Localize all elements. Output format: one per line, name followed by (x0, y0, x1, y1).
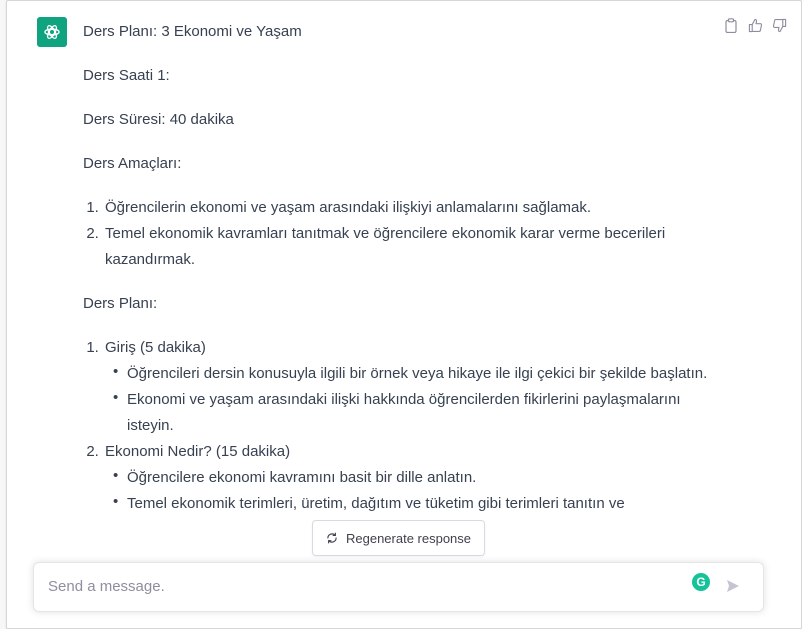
plan-item-label: Ekonomi Nedir? (15 dakika) (105, 443, 291, 460)
assistant-avatar (37, 17, 67, 47)
plan-item: Giriş (5 dakika) Öğrencileri dersin konu… (103, 335, 723, 439)
assistant-message: Ders Planı: 3 Ekonomi ve Yaşam Ders Saat… (83, 19, 723, 517)
refresh-icon (327, 532, 337, 544)
list-item: Temel ekonomik kavramları tanıtmak ve öğ… (103, 221, 723, 273)
message-input[interactable]: Send a message. (48, 578, 165, 595)
chat-window: Ders Planı: 3 Ekonomi ve Yaşam Ders Saat… (6, 0, 802, 629)
list-item: Öğrencilere ekonomi kavramını basit bir … (113, 463, 723, 491)
message-composer[interactable]: Send a message. G (33, 562, 764, 612)
lesson-duration: Ders Süresi: 40 dakika (83, 111, 234, 128)
message-title: Ders Planı: 3 Ekonomi ve Yaşam (83, 23, 302, 40)
plan-bullets: Öğrencileri dersin konusuyla ilgili bir … (105, 359, 723, 439)
list-item: Ekonomi ve yaşam arasındaki ilişki hakkı… (113, 385, 723, 439)
send-icon (727, 580, 739, 592)
plan-item-label: Giriş (5 dakika) (105, 339, 206, 356)
goals-heading: Ders Amaçları: (83, 155, 182, 172)
message-actions (723, 17, 787, 33)
regenerate-button[interactable]: Regenerate response (312, 520, 485, 556)
regenerate-label: Regenerate response (345, 530, 472, 546)
lesson-hour: Ders Saati 1: (83, 67, 170, 84)
list-item: Öğrencilerin ekonomi ve yaşam arasındaki… (103, 195, 723, 221)
thumbs-down-icon[interactable] (771, 17, 787, 33)
plan-list: Giriş (5 dakika) Öğrencileri dersin konu… (83, 335, 723, 517)
plan-item: Ekonomi Nedir? (15 dakika) Öğrencilere e… (103, 439, 723, 517)
grammarly-icon[interactable]: G (692, 573, 710, 591)
openai-logo-icon (44, 25, 60, 39)
plan-heading: Ders Planı: (83, 295, 158, 312)
thumbs-up-icon[interactable] (747, 17, 763, 33)
list-item: Öğrencileri dersin konusuyla ilgili bir … (113, 359, 723, 387)
clipboard-icon[interactable] (723, 17, 739, 33)
send-button[interactable] (724, 577, 742, 595)
goals-list: Öğrencilerin ekonomi ve yaşam arasındaki… (83, 195, 723, 273)
